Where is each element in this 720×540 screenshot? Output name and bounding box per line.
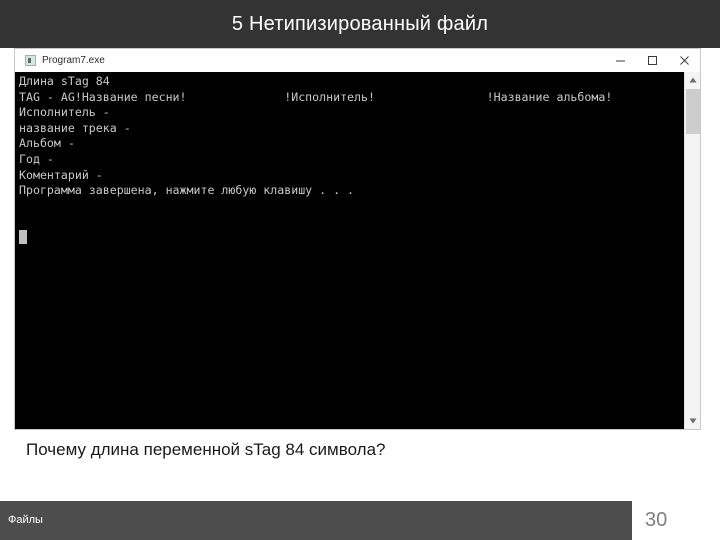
slide-caption: Почему длина переменной sTag 84 символа?	[26, 440, 386, 459]
console-output-area[interactable]: Длина sTag 84 TAG - AG!Название песни! !…	[15, 72, 700, 429]
footer-bar: Файлы	[0, 501, 632, 540]
maximize-icon[interactable]	[636, 49, 668, 72]
close-icon[interactable]	[668, 49, 700, 72]
page-number: 30	[645, 509, 668, 531]
console-window: Program7.exe Длина sTag 84 TAG - AG!Назв…	[14, 48, 701, 430]
footer-section-label: Файлы	[8, 514, 43, 526]
console-scrollbar[interactable]	[684, 72, 700, 429]
titlebar-left: Program7.exe	[15, 55, 604, 66]
window-title: Program7.exe	[42, 55, 105, 66]
scroll-down-icon[interactable]	[685, 413, 701, 429]
page-title: 5 Нетипизированный файл	[231, 13, 489, 35]
minimize-icon[interactable]	[604, 49, 636, 72]
console-cursor	[19, 230, 27, 244]
application-icon	[25, 55, 36, 66]
console-output-text: Длина sTag 84 TAG - AG!Название песни! !…	[19, 74, 613, 198]
scrollbar-thumb[interactable]	[686, 89, 700, 134]
scroll-up-icon[interactable]	[685, 72, 701, 88]
window-controls	[604, 49, 700, 72]
slide-header: 5 Нетипизированный файл	[0, 0, 720, 48]
console-titlebar: Program7.exe	[15, 49, 700, 72]
